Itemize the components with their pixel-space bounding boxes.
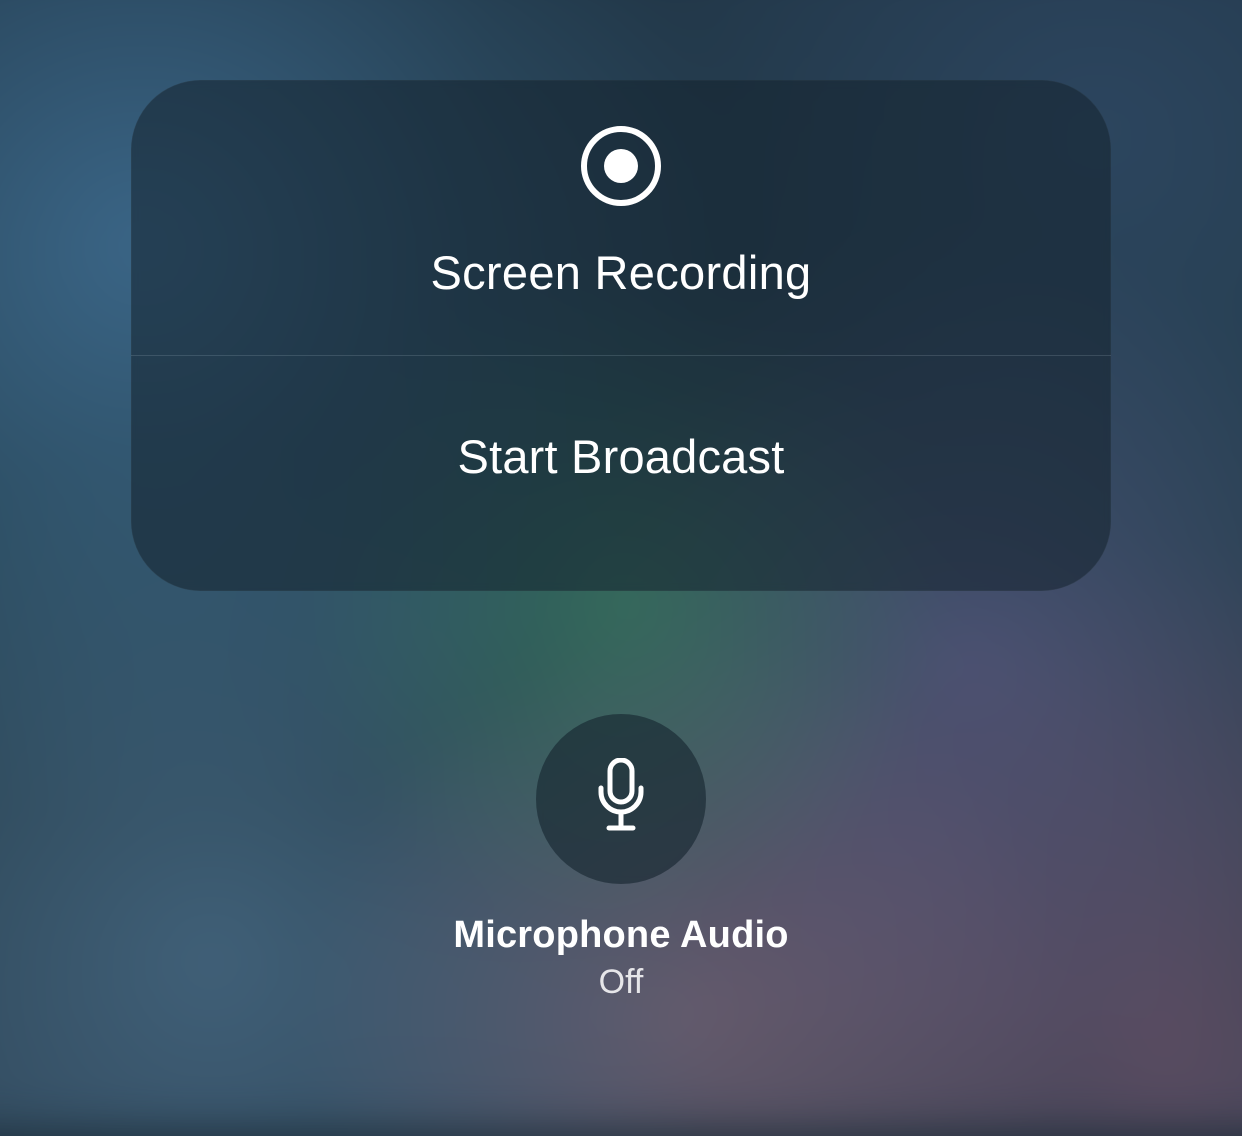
microphone-status: Off: [599, 963, 644, 1002]
microphone-icon: [593, 758, 649, 841]
control-center-expanded: Screen Recording Start Broadcast Microph…: [0, 0, 1242, 1082]
record-icon: [580, 125, 662, 207]
microphone-label: Microphone Audio: [453, 914, 788, 957]
screen-recording-header[interactable]: Screen Recording: [131, 80, 1111, 356]
screen-recording-title: Screen Recording: [430, 245, 811, 300]
screen-recording-panel: Screen Recording Start Broadcast: [131, 80, 1111, 591]
microphone-toggle-button[interactable]: [536, 714, 706, 884]
start-broadcast-label: Start Broadcast: [458, 429, 785, 484]
microphone-section: Microphone Audio Off: [453, 714, 788, 1002]
start-broadcast-button[interactable]: Start Broadcast: [131, 356, 1111, 591]
